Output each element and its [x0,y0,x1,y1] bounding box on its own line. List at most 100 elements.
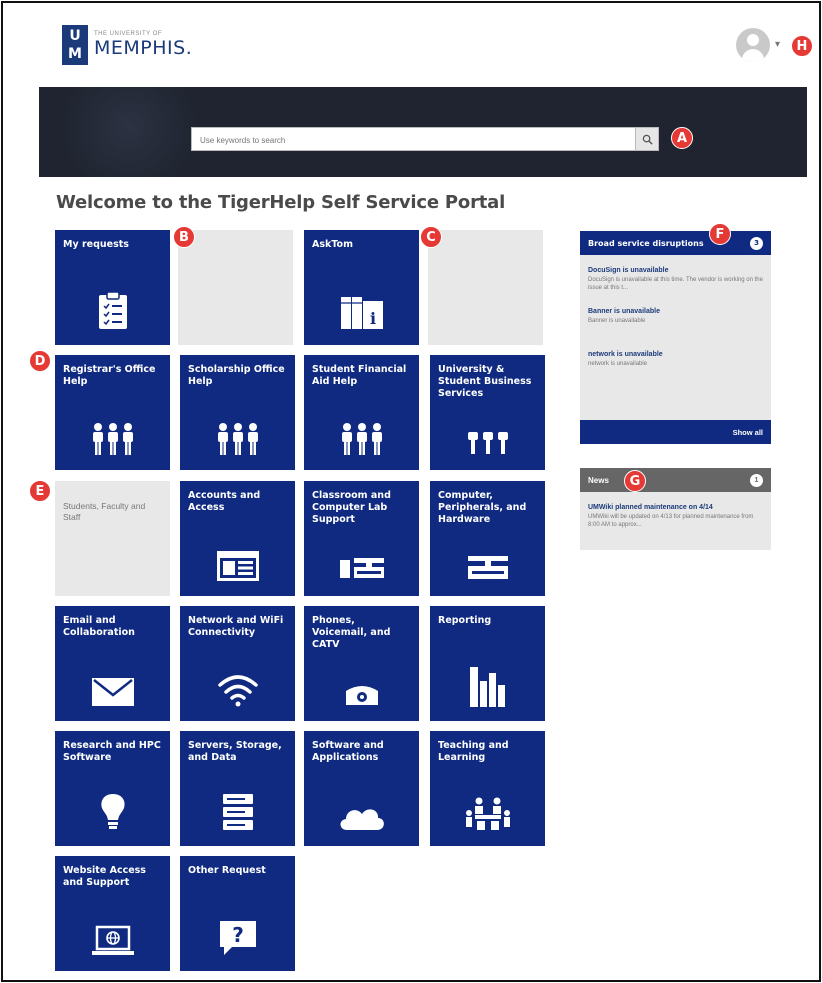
tile-label: Student Financial Aid Help [312,364,407,387]
disruption-item[interactable]: network is unavailable network is unavai… [580,325,771,368]
disruption-title[interactable]: network is unavailable [588,351,763,358]
tile-servers-storage[interactable]: Servers, Storage, and Data [180,731,295,846]
news-count-badge: 1 [750,473,763,487]
tile-phones[interactable]: Phones, Voicemail, and CATV [304,606,419,721]
user-avatar-icon[interactable] [736,28,770,62]
search-box [191,127,659,151]
disruption-desc: network is unavailable [588,361,648,367]
tile-business-services[interactable]: University & Student Business Services [430,355,545,470]
disruptions-title: Broad service disruptions [588,238,704,248]
logo-text: The University of MEMPHIS. [94,31,192,59]
tile-label: Servers, Storage, and Data [188,740,282,763]
marker-e: E [29,480,51,502]
question-bubble-icon: ? [180,919,295,957]
news-header: News 1 [580,468,771,492]
tile-label: Research and HPC Software [63,740,161,763]
university-logo[interactable]: U M The University of MEMPHIS. [62,25,192,65]
books-icon: i [304,291,419,331]
marker-c: C [420,226,442,248]
service-disruptions-panel: Broad service disruptions 3 DocuSign is … [580,231,771,444]
logo-mark: U M [62,25,88,65]
bar-chart-icon [430,663,545,707]
tile-label: University & Student Business Services [438,364,532,399]
portal-page: U M The University of MEMPHIS. ▾ H A Wel… [1,1,821,982]
people-icon [55,422,170,456]
tile-my-requests[interactable]: My requests [55,230,170,345]
chevron-down-icon[interactable]: ▾ [775,39,780,50]
tile-teaching-learning[interactable]: Teaching and Learning [430,731,545,846]
disruption-title[interactable]: Banner is unavailable [588,308,763,315]
hardware-icon [430,552,545,582]
tile-label: Reporting [438,615,492,626]
tile-research-hpc[interactable]: Research and HPC Software [55,731,170,846]
lightbulb-icon [55,792,170,832]
disruptions-header: Broad service disruptions 3 [580,231,771,255]
marker-h: H [791,35,813,57]
students-faculty-panel: Students, Faculty and Staff [55,481,170,596]
tile-classroom-lab[interactable]: Classroom and Computer Lab Support [304,481,419,596]
disruption-desc: Banner is unavailable [588,318,646,324]
news-panel: News 1 UMWiki planned maintenance on 4/1… [580,468,771,550]
tile-label: Email and Collaboration [63,615,135,638]
tile-network-wifi[interactable]: Network and WiFi Connectivity [180,606,295,721]
logo-name: MEMPHIS. [94,37,193,59]
tile-label: Registrar's Office Help [63,364,156,387]
envelope-icon [55,677,170,707]
news-item-desc: UMWiki will be updated on 4/13 for plann… [588,514,754,528]
tile-label: Classroom and Computer Lab Support [312,490,391,525]
tile-reporting[interactable]: Reporting [430,606,545,721]
tile-scholarship[interactable]: Scholarship Office Help [180,355,295,470]
disruption-desc: DocuSign is unavailable at this time. Th… [588,277,763,291]
tile-label: AskTom [312,239,353,250]
tile-asktom[interactable]: AskTom i [304,230,419,345]
disruption-title[interactable]: DocuSign is unavailable [588,267,763,274]
search-button[interactable] [635,128,658,150]
show-all-link[interactable]: Show all [580,420,771,444]
marker-d: D [29,350,51,372]
tile-label: Software and Applications [312,740,384,763]
people-icon [304,422,419,456]
tile-software-apps[interactable]: Software and Applications [304,731,419,846]
tile-registrar[interactable]: Registrar's Office Help [55,355,170,470]
page-title: Welcome to the TigerHelp Self Service Po… [56,192,506,213]
tile-email[interactable]: Email and Collaboration [55,606,170,721]
svg-text:?: ? [232,923,244,947]
cloud-icon [304,802,419,832]
news-item-title[interactable]: UMWiki planned maintenance on 4/14 [588,504,763,511]
tile-label: Phones, Voicemail, and CATV [312,615,391,650]
search-icon [642,134,653,145]
marker-a: A [671,127,693,149]
news-title: News [588,475,609,485]
tile-financial-aid[interactable]: Student Financial Aid Help [304,355,419,470]
svg-text:i: i [369,309,375,328]
tile-accounts-access[interactable]: Accounts and Access [180,481,295,596]
tile-label: Website Access and Support [63,865,146,888]
empty-tile [428,230,543,345]
search-input[interactable] [198,129,632,151]
empty-tile [178,230,293,345]
people-icon [180,422,295,456]
server-icon [180,792,295,832]
classroom-icon [430,796,545,832]
wifi-icon [180,671,295,707]
id-card-icon [180,550,295,582]
tile-other-request[interactable]: Other Request ? [180,856,295,971]
marker-b: B [173,226,195,248]
tile-label: Scholarship Office Help [188,364,285,387]
tile-computer-hardware[interactable]: Computer, Peripherals, and Hardware [430,481,545,596]
clipboard-icon [55,291,170,331]
disruptions-count-badge: 3 [750,236,763,250]
tile-label: Network and WiFi Connectivity [188,615,284,638]
tile-label: Other Request [188,865,266,876]
disruption-item[interactable]: DocuSign is unavailable DocuSign is unav… [580,255,771,292]
tile-label: Accounts and Access [188,490,261,513]
people-icon [430,430,545,456]
news-item[interactable]: UMWiki planned maintenance on 4/14 UMWik… [580,492,771,529]
laptop-globe-icon [55,925,170,957]
phone-icon [304,681,419,707]
disruption-item[interactable]: Banner is unavailable Banner is unavaila… [580,292,771,325]
marker-g: G [624,470,646,492]
tile-website-support[interactable]: Website Access and Support [55,856,170,971]
students-faculty-text: Students, Faculty and Staff [63,501,146,522]
tile-label: Teaching and Learning [438,740,509,763]
